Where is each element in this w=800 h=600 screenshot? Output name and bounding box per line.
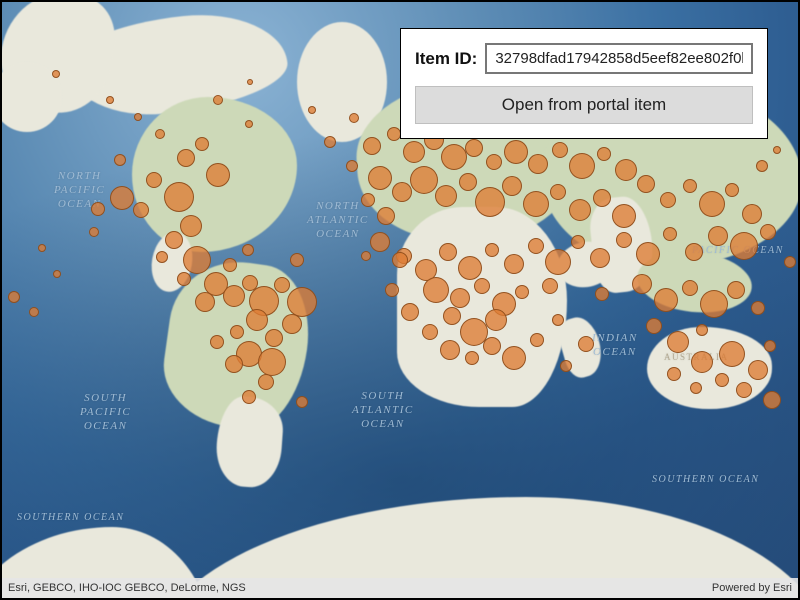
item-id-row: Item ID: [415, 43, 753, 74]
item-id-input[interactable] [485, 43, 753, 74]
landmass [647, 327, 772, 409]
attribution-bar: Esri, GEBCO, IHO-IOC GEBCO, DeLorme, NGS… [2, 578, 798, 598]
attribution-powered-by: Powered by Esri [712, 582, 792, 594]
portal-item-panel: Item ID: Open from portal item [400, 28, 768, 139]
open-from-portal-button[interactable]: Open from portal item [415, 86, 753, 124]
map-container[interactable]: NORTHPACIFICOCEAN SOUTHPACIFICOCEAN NORT… [0, 0, 800, 600]
landmass [397, 207, 567, 407]
item-id-label: Item ID: [415, 49, 477, 69]
attribution-sources: Esri, GEBCO, IHO-IOC GEBCO, DeLorme, NGS [8, 582, 246, 594]
